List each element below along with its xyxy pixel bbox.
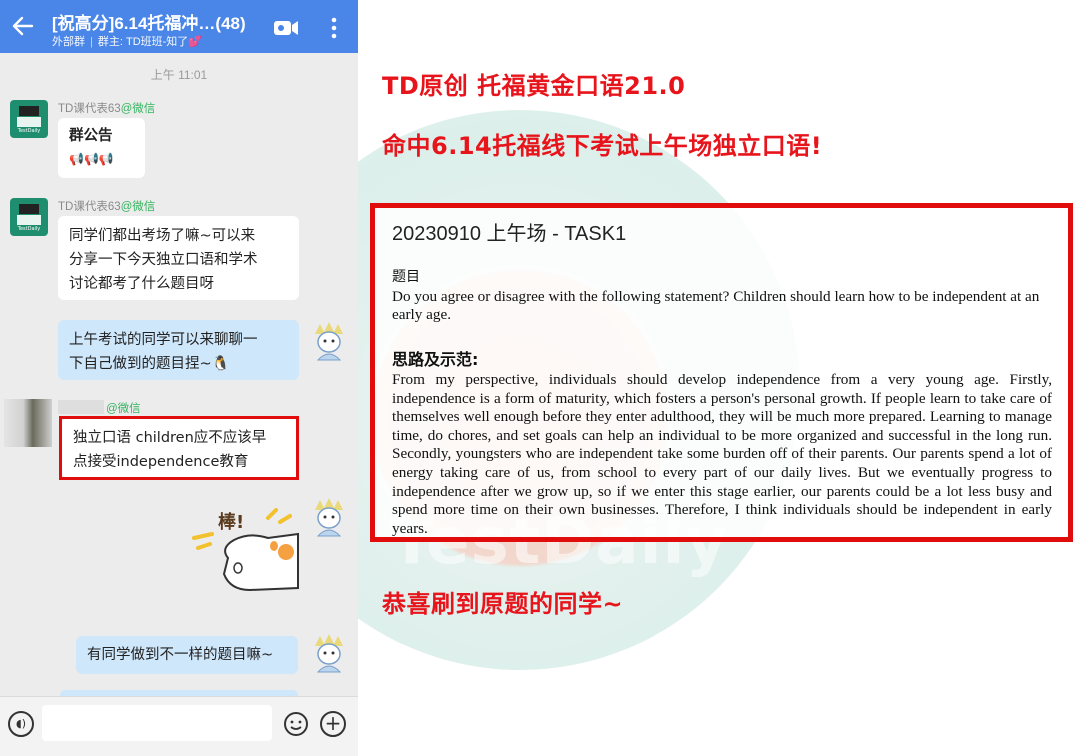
blurred-sender-name — [58, 400, 104, 414]
voice-input-icon[interactable]: ◖) — [8, 711, 34, 737]
sender-name: TD课代表63@微信 — [58, 201, 156, 213]
sticker-thumbs-paw[interactable]: 棒! — [190, 508, 300, 594]
megaphone-icons: 📢📢📢 — [69, 152, 114, 166]
sender-name: TD课代表63@微信 — [58, 103, 156, 115]
message-bubble[interactable]: 同学们都出考场了嘛~可以来 分享一下今天独立口语和学术 讨论都考了什么题目呀 — [58, 216, 299, 300]
sender-channel: @微信 — [106, 403, 141, 415]
headline-secondary: 命中6.14托福线下考试上午场独立口语! — [382, 132, 823, 160]
external-group-tag: 外部群 — [52, 36, 85, 48]
headline-primary: TD原创 托福黄金口语21.0 — [382, 72, 686, 100]
avatar[interactable]: TestDaily — [10, 100, 48, 138]
chat-timestamp: 上午 11:01 — [150, 68, 208, 82]
group-owner: 群主: TD班班-知了💕 — [97, 36, 202, 48]
more-options-icon[interactable] — [325, 16, 343, 40]
question-text: Do you agree or disagree with the follow… — [392, 288, 1040, 323]
task-card: 20230910 上午场 - TASK1 题目 Do you agree or … — [370, 203, 1073, 542]
self-avatar-icon[interactable] — [312, 496, 346, 538]
answer-text: From my perspective, individuals should … — [392, 371, 1052, 537]
chat-header: [祝高分]6.14托福冲…(48) 外部群 | 群主: TD班班-知了💕 — [0, 0, 358, 53]
task-title: 20230910 上午场 - TASK1 — [392, 223, 627, 245]
message-bubble-self[interactable]: 上午考试的同学可以来聊聊一 下自己做到的题目捏~🐧 — [58, 320, 299, 380]
self-avatar-icon[interactable] — [312, 632, 346, 674]
avatar[interactable]: TestDaily — [10, 198, 48, 236]
blurred-avatar[interactable] — [4, 399, 52, 447]
message-bubble[interactable]: 群公告 📢📢📢 — [58, 118, 145, 178]
group-title: [祝高分]6.14托福冲…(48) — [52, 14, 246, 33]
paw-sticker-icon — [192, 508, 299, 592]
group-subtitle: 外部群 | 群主: TD班班-知了💕 — [52, 36, 202, 48]
plus-icon[interactable]: + — [320, 711, 346, 737]
chat-panel: [祝高分]6.14托福冲…(48) 外部群 | 群主: TD班班-知了💕 上午 11… — [0, 0, 358, 756]
message-bubble-self[interactable]: 有同学做到不一样的题目嘛~ — [76, 636, 298, 674]
back-arrow-icon[interactable] — [12, 15, 34, 37]
chat-input-bar: ◖) + — [0, 696, 358, 756]
sticker-caption: 棒! — [218, 512, 245, 533]
message-input[interactable] — [42, 705, 272, 741]
footer-congrats: 恭喜刷到原题的同学~ — [382, 590, 624, 618]
emoji-icon[interactable] — [283, 711, 309, 737]
answer-label: 思路及示范: — [392, 350, 479, 369]
question-label: 题目 — [392, 269, 420, 285]
highlight-box — [59, 416, 299, 480]
video-call-icon[interactable] — [273, 20, 299, 36]
self-avatar-icon[interactable] — [312, 320, 346, 362]
